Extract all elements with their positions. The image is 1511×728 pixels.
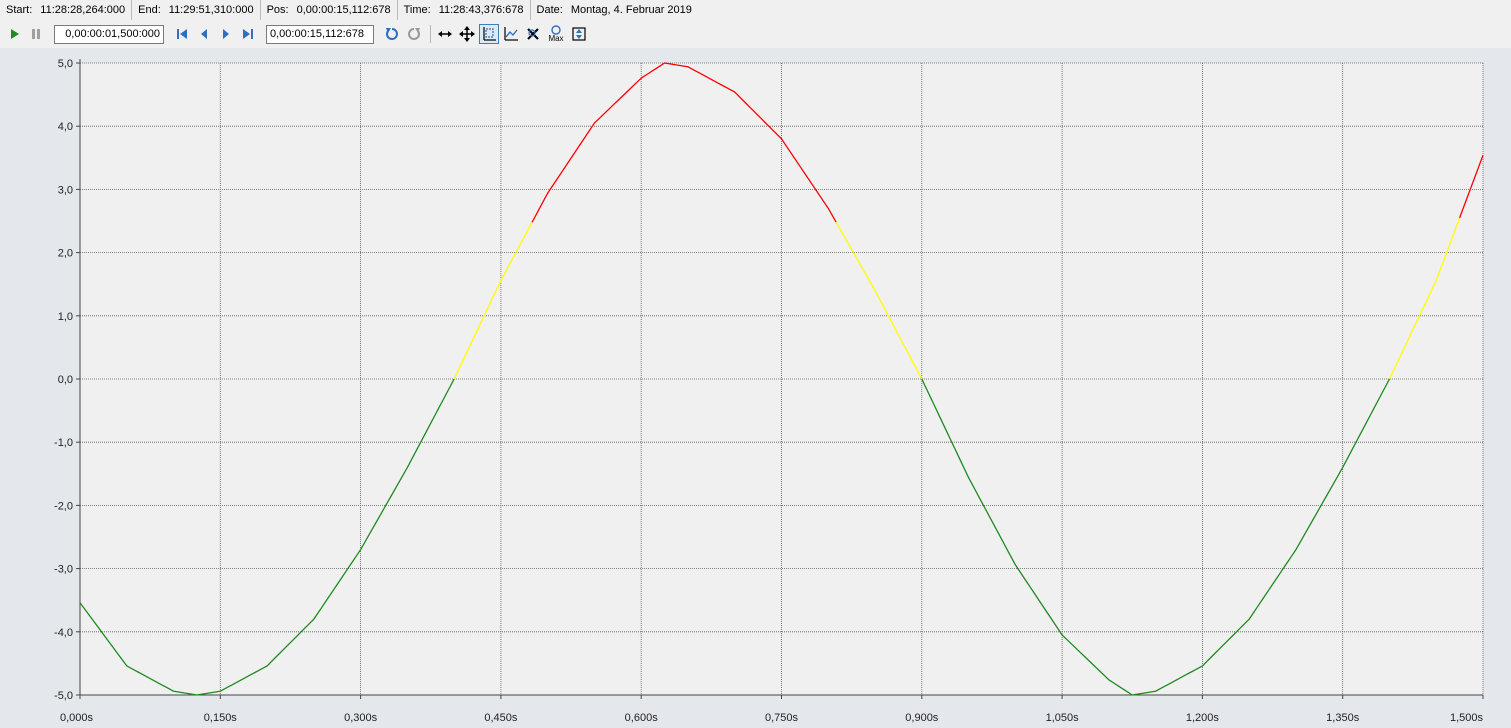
time-value: 11:28:43,376:678: [438, 4, 524, 16]
x-tick-label: 0,450s: [484, 712, 518, 724]
y-tick-label: 5,0: [58, 58, 73, 70]
pos-field: Pos: 0,00:00:15,112:678: [261, 0, 398, 20]
pos-value: 0,00:00:15,112:678: [296, 4, 391, 16]
end-field: End: 11:29:51,310:000: [132, 0, 261, 20]
step-back-icon: [201, 29, 207, 39]
pan-horizontal-icon: [438, 31, 452, 37]
y-tick-label: -1,0: [54, 437, 73, 449]
date-value: Montag, 4. Februar 2019: [570, 4, 692, 16]
x-tick-label: 1,050s: [1046, 712, 1080, 724]
step-forward-button[interactable]: [216, 24, 236, 44]
redo-icon: [408, 28, 420, 40]
y-tick-label: 2,0: [58, 248, 73, 260]
y-tick-label: 3,0: [58, 184, 73, 196]
zoom-clear-button[interactable]: [523, 24, 543, 44]
pos-label: Pos:: [266, 4, 289, 16]
pause-button[interactable]: [26, 24, 46, 44]
skip-last-icon: [243, 29, 253, 39]
play-button[interactable]: [4, 24, 24, 44]
zoom-max-label: Max: [548, 34, 564, 43]
x-tick-label: 0,000s: [60, 712, 94, 724]
y-tick-label: -2,0: [54, 500, 73, 512]
zoom-axis-button[interactable]: [479, 24, 499, 44]
zoom-max-button[interactable]: Max: [545, 24, 567, 44]
skip-first-button[interactable]: [172, 24, 192, 44]
skip-first-icon: [177, 29, 187, 39]
zoom-axis-icon: [483, 27, 496, 41]
line-chart[interactable]: 5,0 4,0 3,0 2,0 1,0 0,0 -1,0 -2,0 -3,0 -4,0 -5,0 0,…: [0, 48, 1511, 728]
date-field: Date: Montag, 4. Februar 2019: [531, 0, 698, 20]
x-tick-label: 0,600s: [625, 712, 659, 724]
pan-horizontal-button[interactable]: [435, 24, 455, 44]
x-tick-label: 0,150s: [204, 712, 238, 724]
zoom-chart-button[interactable]: [501, 24, 521, 44]
y-tick-label: 4,0: [58, 121, 73, 133]
y-tick-label: -3,0: [54, 564, 73, 576]
zoom-fit-icon: [572, 27, 586, 41]
start-label: Start:: [6, 4, 33, 16]
undo-icon: [386, 28, 398, 40]
y-tick-label: 1,0: [58, 311, 73, 323]
pan-move-icon: [459, 26, 475, 42]
end-value: 11:29:51,310:000: [168, 4, 254, 16]
time-field: Time: 11:28:43,376:678: [398, 0, 531, 20]
time-label: Time:: [403, 4, 431, 16]
pan-move-button[interactable]: [457, 24, 477, 44]
play-icon: [11, 29, 19, 39]
x-tick-label: 0,750s: [765, 712, 799, 724]
undo-button[interactable]: [382, 24, 402, 44]
pause-icon: [32, 29, 40, 39]
end-label: End:: [138, 4, 161, 16]
x-tick-label: 1,350s: [1326, 712, 1360, 724]
skip-last-button[interactable]: [238, 24, 258, 44]
redo-button[interactable]: [404, 24, 424, 44]
y-tick-label: -5,0: [54, 690, 73, 702]
start-value: 11:28:28,264:000: [40, 4, 126, 16]
step-back-button[interactable]: [194, 24, 214, 44]
start-field: Start: 11:28:28,264:000: [0, 0, 133, 20]
toolbar: 0,00:00:01,500:000 0,00:00:15,112:678 Ma…: [0, 22, 1511, 46]
toolbar-separator: [430, 25, 431, 43]
zoom-chart-icon: [504, 27, 518, 41]
status-bar: Start: 11:28:28,264:000 End: 11:29:51,31…: [0, 0, 698, 20]
chart-area[interactable]: 5,0 4,0 3,0 2,0 1,0 0,0 -1,0 -2,0 -3,0 -4,0 -5,0 0,…: [0, 48, 1511, 728]
x-tick-label: 1,500s: [1450, 712, 1484, 724]
zoom-fit-button[interactable]: [569, 24, 589, 44]
date-label: Date:: [536, 4, 563, 16]
y-tick-label: 0,0: [58, 374, 73, 386]
interval-input[interactable]: 0,00:00:01,500:000: [54, 24, 164, 44]
x-tick-label: 1,200s: [1186, 712, 1220, 724]
step-forward-icon: [223, 29, 229, 39]
x-tick-label: 0,900s: [905, 712, 939, 724]
x-tick-label: 0,300s: [344, 712, 378, 724]
zoom-clear-icon: [527, 28, 539, 40]
y-tick-label: -4,0: [54, 627, 73, 639]
position-input[interactable]: 0,00:00:15,112:678: [266, 24, 374, 44]
